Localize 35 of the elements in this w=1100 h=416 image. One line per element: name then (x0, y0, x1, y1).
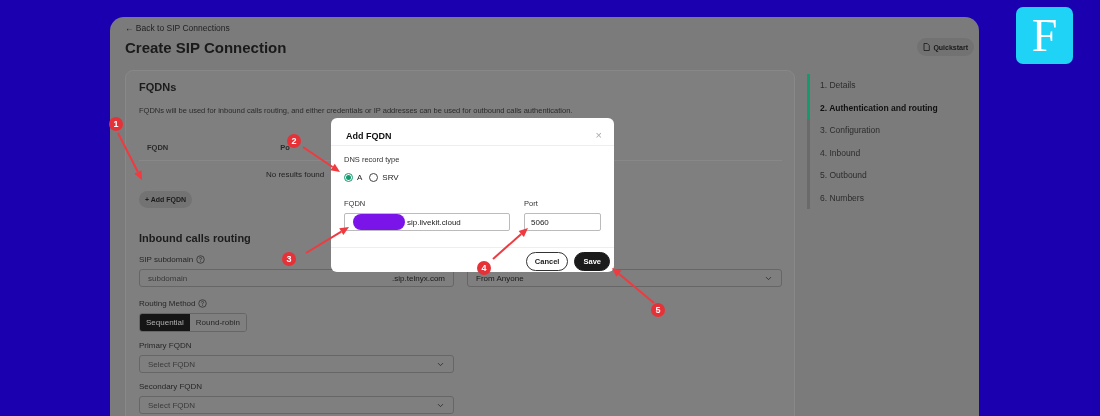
help-icon (196, 255, 206, 264)
document-icon (923, 43, 931, 51)
subdomain-field[interactable]: subdomain .sip.telnyx.com (139, 269, 454, 287)
back-link[interactable]: ← Back to SIP Connections (125, 23, 287, 33)
step-item[interactable]: 5. Outbound (820, 170, 867, 181)
step-number-badge: 1 (109, 117, 123, 131)
logo: F (1016, 7, 1073, 64)
annotation-arrow (612, 268, 655, 304)
radio-option[interactable]: SRV (369, 173, 399, 182)
routing-option[interactable]: Sequential (140, 314, 190, 331)
annotation-arrow (117, 132, 142, 180)
close-button[interactable]: × (595, 130, 602, 141)
port-field[interactable]: 5060 (524, 213, 601, 231)
annotation-arrow (305, 227, 349, 254)
field-label: Secondary FQDN (139, 382, 203, 391)
primary-fqdn-select[interactable]: Select FQDN (139, 355, 454, 373)
radio-option[interactable]: A (344, 173, 363, 182)
step-item[interactable]: 4. Inbound (820, 147, 861, 158)
step-item[interactable]: 3. Configuration (820, 125, 880, 136)
help-icon (198, 299, 208, 308)
step-item[interactable]: 6. Numbers (820, 192, 864, 203)
field-label: Primary FQDN (139, 341, 192, 350)
dialog-title: Add FQDN (346, 130, 392, 141)
empty-message: No results found (266, 170, 325, 179)
section-heading: Inbound calls routing (139, 232, 251, 244)
step-item[interactable]: 1. Details (820, 80, 856, 91)
field-label: SIP subdomain (139, 255, 194, 264)
fqdn-field[interactable]: sip.livekit.cloud (344, 213, 510, 231)
secondary-fqdn-select[interactable]: Select FQDN (139, 396, 454, 414)
annotation-arrow (302, 146, 340, 172)
section-heading: FQDNs (139, 81, 178, 93)
step-item[interactable]: 2. Authentication and routing (820, 102, 938, 113)
field-label: Routing Method (139, 299, 196, 308)
page-title: Create SIP Connection (125, 39, 287, 56)
annotation-arrow (492, 228, 528, 260)
